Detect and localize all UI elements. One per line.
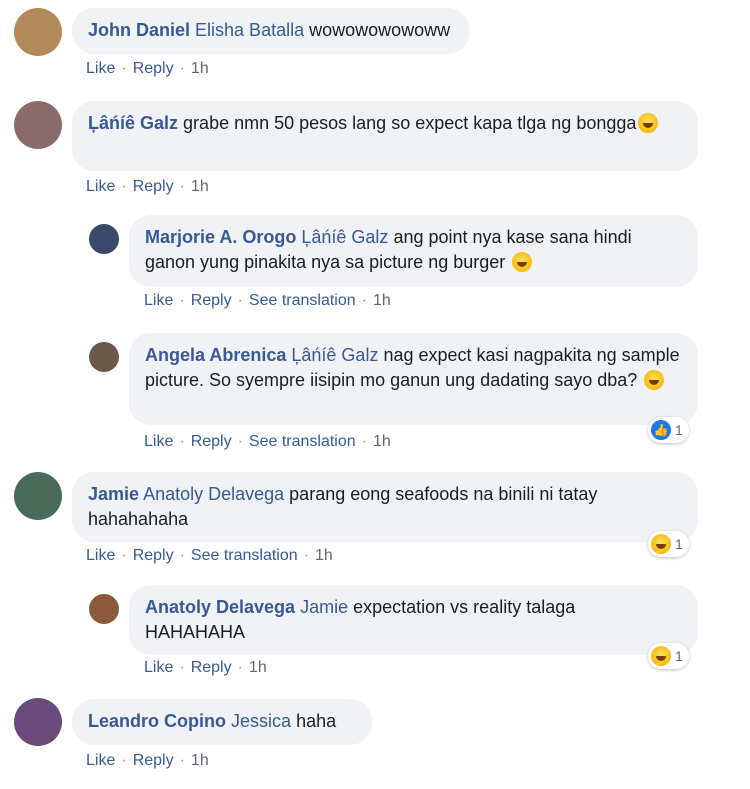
like-link[interactable]: Like: [144, 433, 173, 450]
laughing-emoji-icon: [644, 370, 665, 390]
comment-author[interactable]: Leandro Copino: [88, 711, 226, 731]
comment-author[interactable]: Marjorie A. Orogo: [145, 227, 296, 247]
comment-actions: Like · Reply · 1h: [86, 752, 209, 770]
separator: ·: [179, 292, 185, 309]
reaction-count: 1: [675, 648, 683, 664]
comment-author[interactable]: Anatoly Delavega: [145, 597, 295, 617]
reply-link[interactable]: Reply: [133, 547, 174, 564]
separator: ·: [361, 433, 367, 450]
avatar[interactable]: [14, 472, 62, 520]
separator: ·: [237, 659, 243, 676]
reply-link[interactable]: Reply: [133, 60, 174, 77]
comment-author[interactable]: John Daniel: [88, 20, 190, 40]
see-translation-link[interactable]: See translation: [191, 547, 298, 564]
separator: ·: [121, 60, 127, 77]
reply-link[interactable]: Reply: [133, 178, 174, 195]
separator: ·: [361, 292, 367, 309]
comment-time[interactable]: 1h: [249, 659, 267, 676]
comment-actions: Like · Reply · 1h: [86, 178, 209, 196]
reaction-summary[interactable]: 👍 1: [648, 417, 689, 443]
see-translation-link[interactable]: See translation: [249, 292, 356, 309]
laughing-emoji-icon: [638, 113, 659, 133]
reply-bubble: Marjorie A. Orogo Ļâńíê Galz ang point n…: [129, 215, 698, 287]
comment-bubble: Jamie Anatoly Delavega parang eong seafo…: [72, 472, 698, 542]
like-link[interactable]: Like: [86, 547, 115, 564]
see-translation-link[interactable]: See translation: [249, 433, 356, 450]
reaction-count: 1: [675, 422, 683, 438]
comment-time[interactable]: 1h: [191, 60, 209, 77]
haha-reaction-icon: [651, 534, 671, 554]
reaction-summary[interactable]: 1: [648, 643, 689, 669]
avatar[interactable]: [89, 342, 119, 372]
comment-bubble: Ļâńíê Galz grabe nmn 50 pesos lang so ex…: [72, 101, 698, 171]
tagged-user[interactable]: Elisha Batalla: [195, 20, 304, 40]
reply-link[interactable]: Reply: [191, 433, 232, 450]
tagged-user[interactable]: Ļâńíê Galz: [291, 345, 378, 365]
avatar[interactable]: [14, 698, 62, 746]
comment-author[interactable]: Jamie: [88, 484, 139, 504]
comment-actions: Like · Reply · See translation · 1h: [144, 292, 391, 310]
reply-bubble: Anatoly Delavega Jamie expectation vs re…: [129, 585, 698, 655]
reply-link[interactable]: Reply: [191, 659, 232, 676]
comment-actions: Like · Reply · 1h: [144, 659, 267, 677]
laughing-emoji-icon: [512, 252, 533, 272]
comment-bubble: Leandro Copino Jessica haha: [72, 699, 372, 745]
comment-time[interactable]: 1h: [191, 752, 209, 769]
avatar[interactable]: [89, 224, 119, 254]
reply-link[interactable]: Reply: [191, 292, 232, 309]
comment-actions: Like · Reply · See translation · 1h: [144, 433, 391, 451]
reaction-count: 1: [675, 536, 683, 552]
separator: ·: [303, 547, 309, 564]
like-reaction-icon: 👍: [651, 420, 671, 440]
like-link[interactable]: Like: [86, 60, 115, 77]
separator: ·: [179, 752, 185, 769]
comment-time[interactable]: 1h: [373, 292, 391, 309]
separator: ·: [179, 659, 185, 676]
tagged-user[interactable]: Ļâńíê Galz: [301, 227, 388, 247]
avatar[interactable]: [14, 8, 62, 56]
like-link[interactable]: Like: [86, 178, 115, 195]
tagged-user[interactable]: Jamie: [300, 597, 348, 617]
tagged-user[interactable]: Jessica: [231, 711, 291, 731]
separator: ·: [121, 752, 127, 769]
comment-text: haha: [296, 711, 337, 731]
separator: ·: [121, 178, 127, 195]
comment-author[interactable]: Ļâńíê Galz: [88, 113, 178, 133]
comment-actions: Like · Reply · 1h: [86, 60, 209, 78]
separator: ·: [121, 547, 127, 564]
like-link[interactable]: Like: [86, 752, 115, 769]
comment-author[interactable]: Angela Abrenica: [145, 345, 286, 365]
comment-text: grabe nmn 50 pesos lang so expect kapa t…: [183, 113, 637, 133]
tagged-user[interactable]: Anatoly Delavega: [143, 484, 284, 504]
like-link[interactable]: Like: [144, 292, 173, 309]
like-link[interactable]: Like: [144, 659, 173, 676]
separator: ·: [237, 292, 243, 309]
comment-time[interactable]: 1h: [191, 178, 209, 195]
comment-text: wowowowowoww: [309, 20, 451, 40]
reply-bubble: Angela Abrenica Ļâńíê Galz nag expect ka…: [129, 333, 698, 425]
separator: ·: [237, 433, 243, 450]
separator: ·: [179, 547, 185, 564]
reaction-summary[interactable]: 1: [648, 531, 689, 557]
separator: ·: [179, 178, 185, 195]
reply-link[interactable]: Reply: [133, 752, 174, 769]
comment-time[interactable]: 1h: [315, 547, 333, 564]
comment-actions: Like · Reply · See translation · 1h: [86, 547, 333, 565]
avatar[interactable]: [89, 594, 119, 624]
comment-bubble: John Daniel Elisha Batalla wowowowowoww: [72, 8, 470, 54]
avatar[interactable]: [14, 101, 62, 149]
haha-reaction-icon: [651, 646, 671, 666]
separator: ·: [179, 433, 185, 450]
comment-time[interactable]: 1h: [373, 433, 391, 450]
separator: ·: [179, 60, 185, 77]
